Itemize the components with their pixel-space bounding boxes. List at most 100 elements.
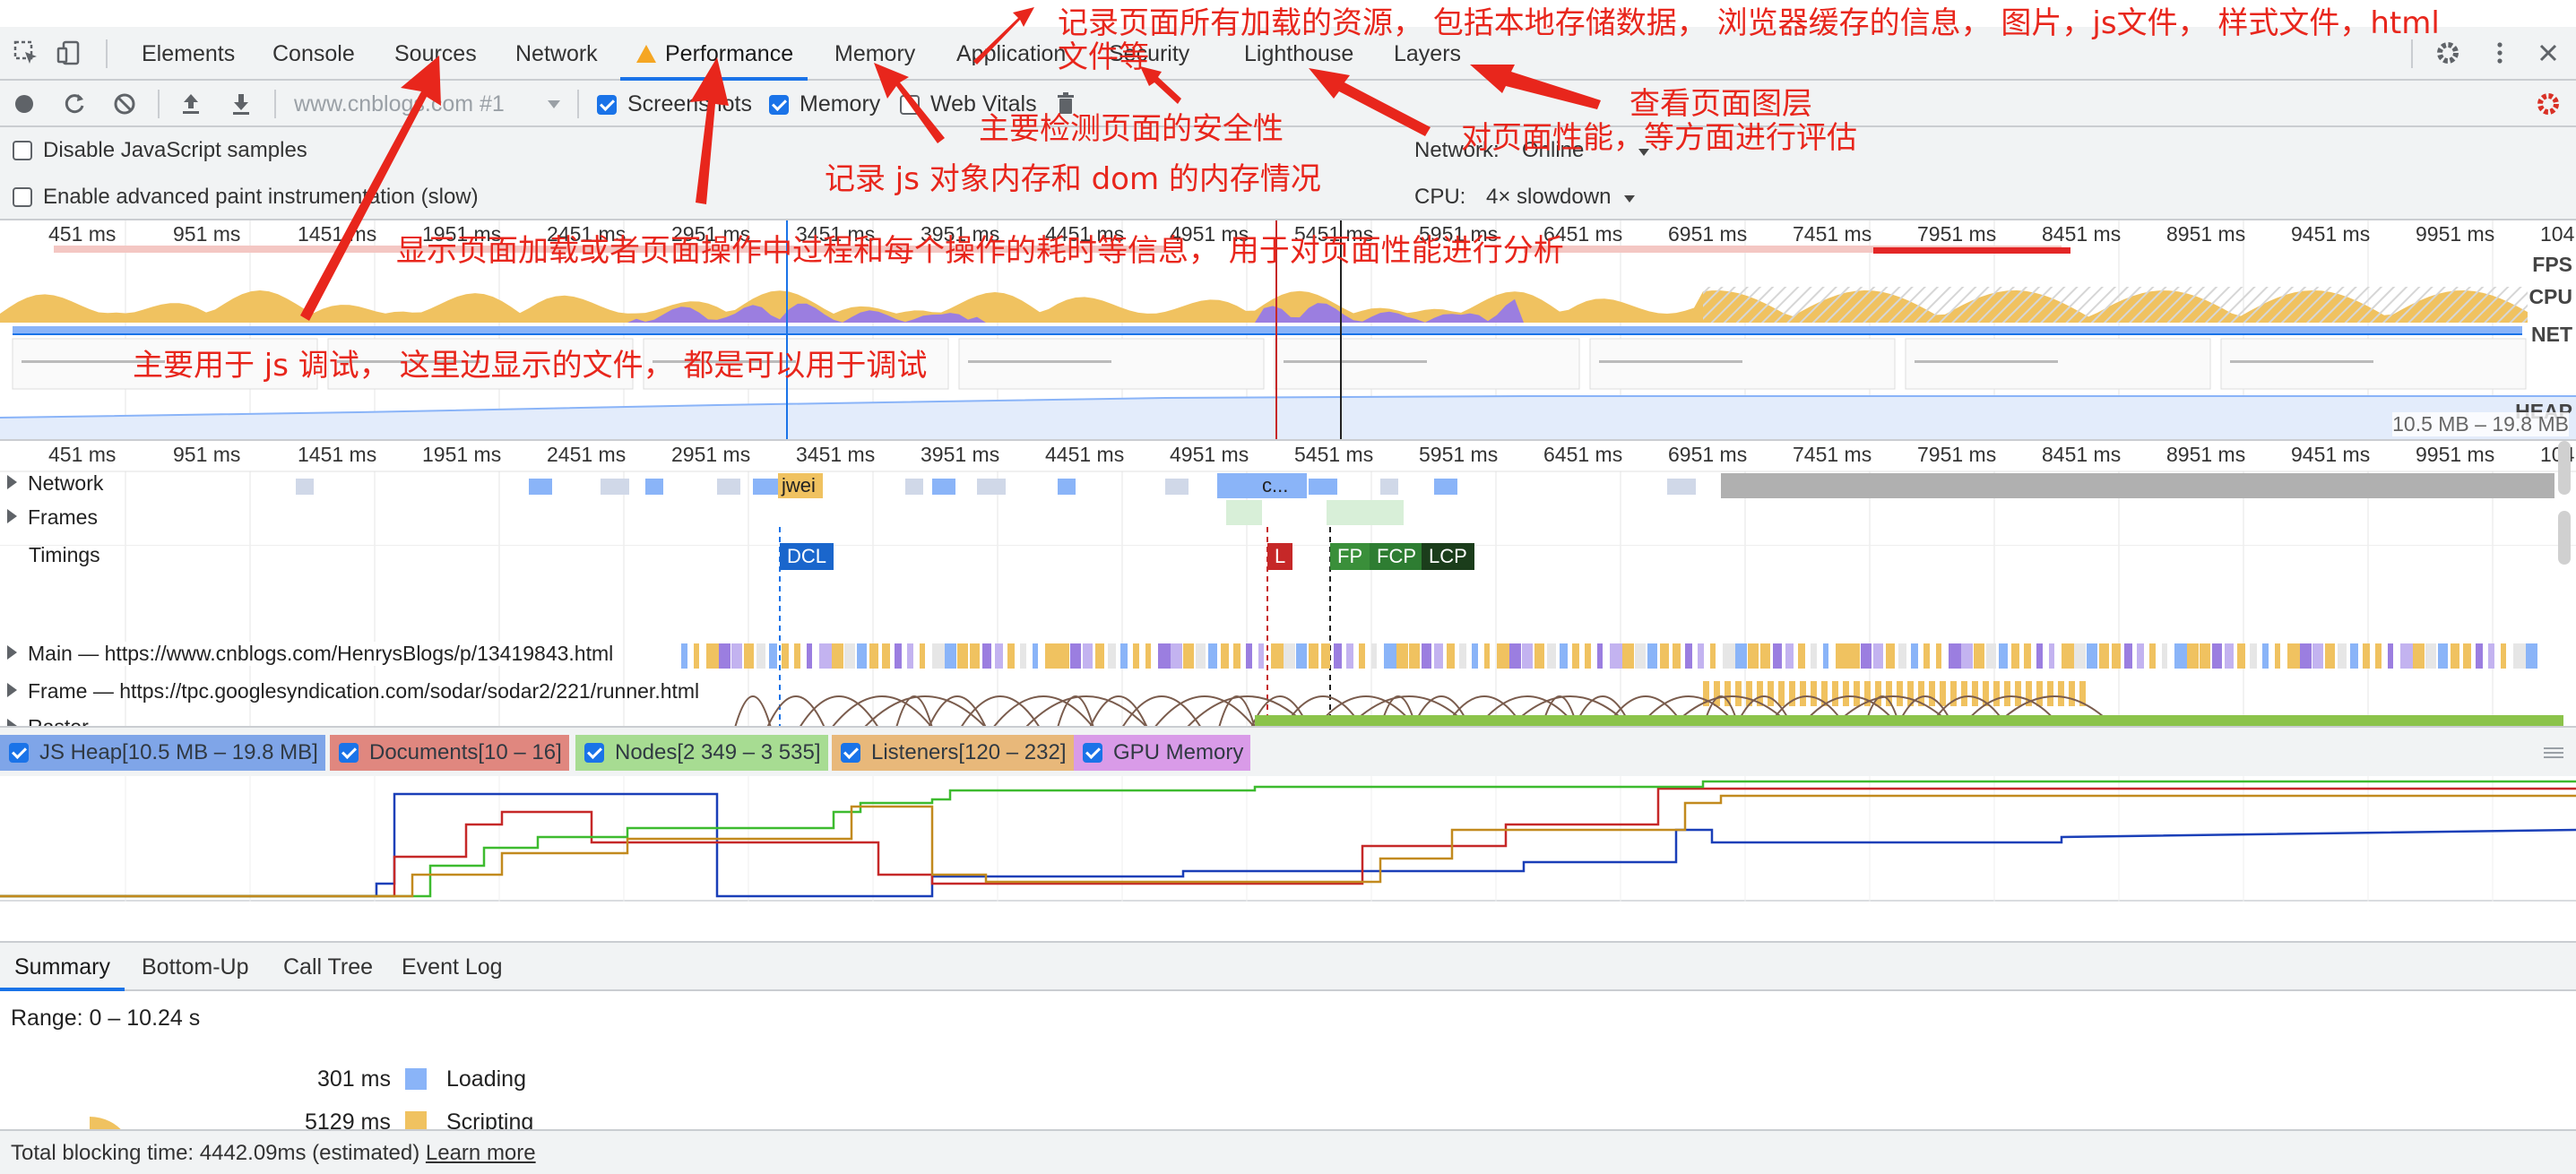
checkbox-checked-icon [597,95,617,115]
main-thread-task [1334,643,1342,669]
main-thread-task [744,643,754,669]
raster-track[interactable]: Raster [7,715,89,726]
summary-panel: Range: 0 – 10.24 s 301 ms Loading 5129 m… [0,991,2576,1129]
main-thread-task [2174,643,2187,669]
network-track-label: Network [28,471,104,495]
memory-graph[interactable] [0,776,2576,902]
expand-arrow-icon[interactable] [7,509,17,523]
tab-sources[interactable]: Sources [394,27,477,81]
main-thread-track[interactable]: Main — https://www.cnblogs.com/HenrysBlo… [7,642,619,666]
tab-console[interactable]: Console [272,27,355,81]
gear-icon[interactable] [2434,39,2461,66]
nodes-counter[interactable]: Nodes[2 349 – 3 535] [575,735,828,771]
more-options-icon[interactable] [2486,39,2513,66]
ruler-tick-label: 1951 ms [422,443,502,466]
learn-more-link[interactable]: Learn more [426,1141,536,1165]
main-thread-task [1007,643,1015,669]
gpu-memory-counter[interactable]: GPU Memory [1074,735,1251,771]
main-thread-task [1635,643,1646,669]
expand-arrow-icon[interactable] [7,475,17,489]
dcl-marker[interactable]: DCL [780,543,834,570]
main-thread-task [1597,643,1603,669]
tab-memory[interactable]: Memory [834,27,915,81]
reload-icon[interactable] [61,91,88,117]
main-thread-task [1497,643,1509,669]
screenshots-checkbox[interactable]: Screenshots [597,81,752,127]
frames-track[interactable]: Frames [7,505,98,530]
main-thread-task [706,643,719,669]
tab-event-log[interactable]: Event Log [402,943,503,991]
expand-arrow-icon[interactable] [7,645,17,660]
tab-bottom-up[interactable]: Bottom-Up [142,943,248,991]
frame-thread-track[interactable]: Frame — https://tpc.googlesyndication.co… [7,679,699,704]
chevron-down-icon[interactable] [1622,192,1637,206]
profile-select[interactable]: www.cnblogs.com #1 [294,81,505,127]
cpu-throttle-select[interactable]: 4× slowdown [1486,181,1611,213]
screenshot-thumbnail [1589,338,1896,390]
tab-call-tree[interactable]: Call Tree [283,943,373,991]
listeners-counter[interactable]: Listeners[120 – 232] [832,735,1074,771]
close-icon[interactable] [2535,39,2562,66]
fp-marker[interactable]: FP [1330,543,1370,570]
main-thread-task [2200,643,2210,669]
main-thread-task [1133,643,1139,669]
tab-application[interactable]: Application [956,27,1066,81]
main-thread-task [2112,643,2121,669]
advanced-paint-checkbox[interactable]: Enable advanced paint instrumentation (s… [13,181,479,213]
main-thread-task [1145,643,1151,669]
checkbox-checked-icon [1083,743,1102,763]
capture-settings-icon[interactable] [2535,91,2562,117]
main-thread-task [1936,643,1941,669]
main-thread-task [1622,643,1634,669]
main-thread-task [1309,643,1318,669]
js-heap-counter[interactable]: JS Heap[10.5 MB – 19.8 MB] [0,735,325,771]
expand-arrow-icon[interactable] [7,719,17,726]
upload-icon[interactable] [177,91,204,117]
main-thread-task [1346,643,1353,669]
tab-elements[interactable]: Elements [142,27,235,81]
main-thread-task [1974,643,1984,669]
tab-summary[interactable]: Summary [0,943,125,991]
lcp-marker[interactable]: LCP [1422,543,1474,570]
main-thread-task [970,643,980,669]
fcp-marker[interactable]: FCP [1370,543,1423,570]
main-thread-task [1409,643,1420,669]
network-track[interactable]: Network [7,471,103,496]
memory-checkbox[interactable]: Memory [769,81,880,127]
frame-thread-task [1725,681,1731,706]
tab-network[interactable]: Network [515,27,598,81]
network-request[interactable]: c... [1217,473,1307,498]
main-thread-task [1735,643,1747,669]
flame-scrollbar[interactable] [2558,511,2571,565]
frame-thread-task [1800,681,1806,706]
ruler-tick-label: 2951 ms [671,443,751,466]
load-marker[interactable]: L [1267,543,1293,570]
expand-arrow-icon[interactable] [7,683,17,697]
main-thread-task [1108,643,1116,669]
clear-icon[interactable] [111,91,138,117]
disable-js-samples-checkbox[interactable]: Disable JavaScript samples [13,134,307,167]
cpu-track-label: CPU [2528,285,2572,308]
main-thread-task [1284,643,1295,669]
memory-graph-canvas[interactable] [0,776,2576,902]
record-icon[interactable] [11,91,38,117]
main-thread-task [1484,643,1490,669]
network-request-bar [296,479,314,495]
frame-thread-task [1832,681,1838,706]
network-request[interactable]: jwei [778,473,823,498]
flame-scrollbar[interactable] [2558,441,2571,495]
annotation-application: 记录页面所有加载的资源， 包括本地存储数据， 浏览器缓存的信息， 图片，js文件… [1058,5,2440,41]
tab-performance[interactable]: Performance [620,27,808,81]
inspect-element-icon[interactable] [13,39,39,66]
annotation-layers: 查看页面图层 [1629,86,1812,122]
device-toolbar-icon[interactable] [56,39,82,66]
download-icon[interactable] [228,91,255,117]
drag-handle-icon[interactable] [2544,746,2563,760]
main-thread-task [1647,643,1657,669]
frame-thread-task [1972,681,1978,706]
flame-chart[interactable]: 451 ms 951 ms 1451 ms 1951 ms 2451 ms 2951 ms… [0,439,2576,726]
frame-thread-task [2015,681,2021,706]
chevron-down-icon[interactable] [545,95,563,113]
frame-thread-task [1843,681,1849,706]
documents-counter[interactable]: Documents[10 – 16] [330,735,569,771]
